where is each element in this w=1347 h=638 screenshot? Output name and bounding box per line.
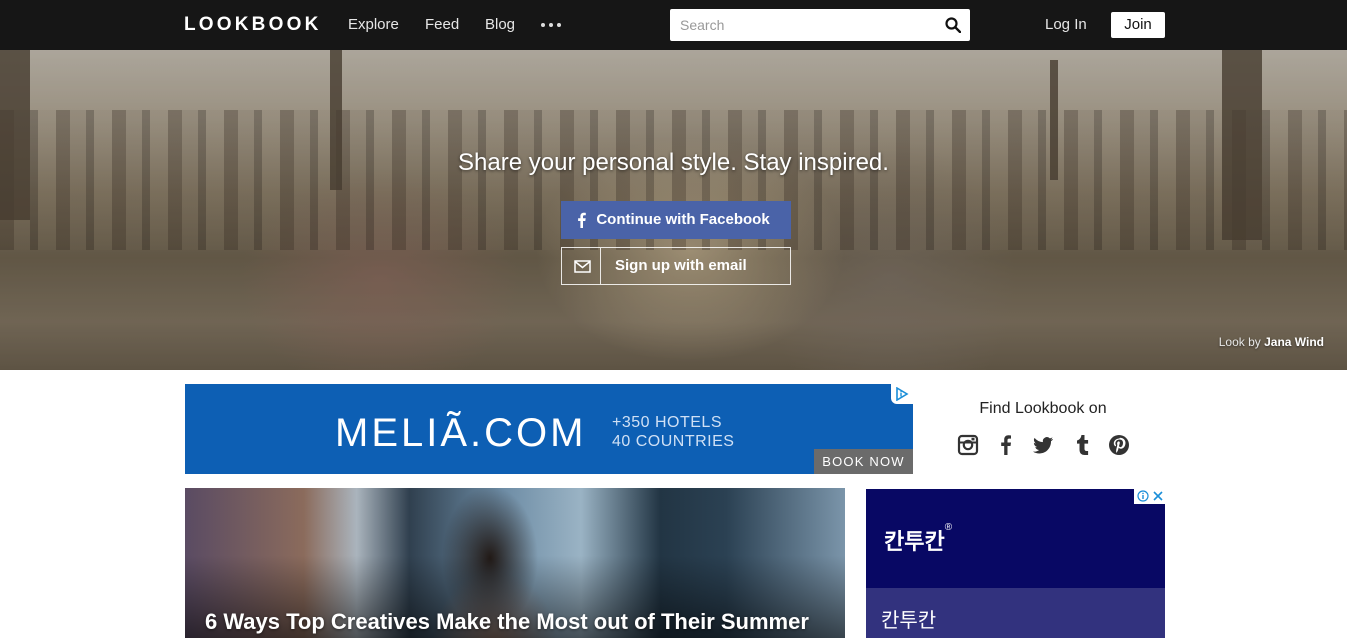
featured-article-card[interactable]: 6 Ways Top Creatives Make the Most out o…	[185, 488, 845, 638]
nav-link-explore[interactable]: Explore	[348, 16, 399, 33]
adchoices-controls	[1134, 489, 1165, 504]
nav-link-blog[interactable]: Blog	[485, 16, 515, 33]
pinterest-icon[interactable]	[1108, 434, 1130, 456]
photo-credit-author-link[interactable]: Jana Wind	[1264, 335, 1324, 349]
ad-brand: MELIÃ.COM	[335, 411, 587, 455]
article-title[interactable]: 6 Ways Top Creatives Make the Most out o…	[205, 609, 809, 635]
instagram-icon[interactable]	[957, 434, 979, 456]
search-box	[670, 9, 970, 41]
nav-link-feed[interactable]: Feed	[425, 16, 459, 33]
photo-credit-prefix: Look by	[1218, 335, 1261, 349]
tumblr-icon[interactable]	[1071, 434, 1093, 456]
side-ad[interactable]: 칸투칸® 칸투칸	[866, 489, 1165, 638]
find-lookbook-heading: Find Lookbook on	[979, 400, 1107, 417]
side-ad-logo: 칸투칸®	[884, 522, 953, 556]
more-dots-icon[interactable]	[541, 23, 561, 27]
facebook-button-label: Continue with Facebook	[596, 211, 770, 228]
hero-headline: Share your personal style. Stay inspired…	[458, 149, 889, 176]
registered-mark: ®	[944, 522, 953, 533]
login-link[interactable]: Log In	[1045, 16, 1087, 33]
photo-credit: Look by Jana Wind	[1219, 335, 1324, 349]
side-ad-logo-text: 칸투칸	[884, 529, 945, 554]
ad-banner[interactable]: MELIÃ.COM +350 HOTELS 40 COUNTRIES BOOK …	[185, 384, 913, 474]
join-button[interactable]: Join	[1111, 12, 1165, 38]
search-input[interactable]	[670, 9, 940, 41]
ad-close-icon[interactable]	[1152, 490, 1164, 502]
button-divider	[600, 248, 601, 284]
search-icon[interactable]	[945, 17, 961, 33]
sign-up-with-email-button[interactable]: Sign up with email	[561, 247, 791, 285]
ad-info-icon[interactable]	[1137, 490, 1149, 502]
facebook-icon	[578, 212, 586, 228]
top-nav: LOOKBOOK Explore Feed Blog Log In Join	[0, 0, 1347, 50]
ad-tagline-countries: 40 COUNTRIES	[612, 433, 735, 450]
logo[interactable]: LOOKBOOK	[184, 14, 322, 36]
side-ad-label: 칸투칸	[881, 610, 937, 632]
continue-with-facebook-button[interactable]: Continue with Facebook	[561, 201, 791, 239]
ad-book-now-button[interactable]: BOOK NOW	[814, 449, 913, 474]
ad-tagline-hotels: +350 HOTELS	[612, 414, 722, 431]
email-button-label: Sign up with email	[615, 257, 747, 274]
facebook-icon[interactable]	[995, 434, 1017, 456]
envelope-icon	[574, 260, 591, 273]
twitter-icon[interactable]	[1032, 434, 1054, 456]
hero-banner: Share your personal style. Stay inspired…	[0, 50, 1347, 370]
adchoices-icon[interactable]	[891, 384, 913, 404]
